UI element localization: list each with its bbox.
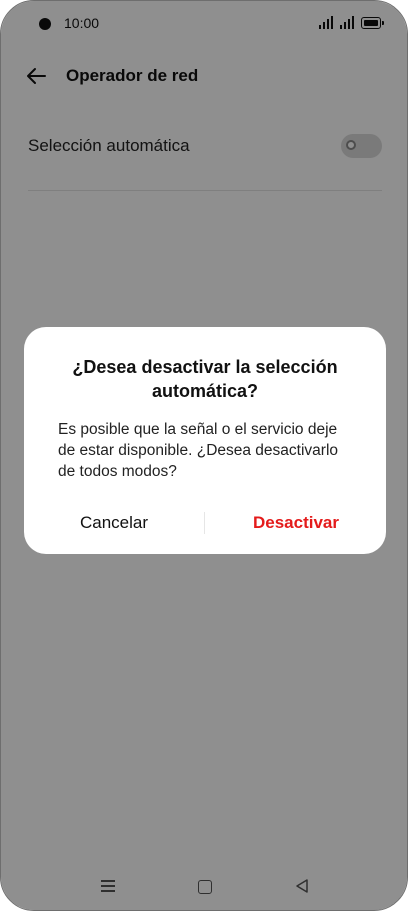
cancel-button[interactable]: Cancelar: [54, 507, 174, 539]
dialog-buttons: Cancelar Desactivar: [24, 507, 386, 539]
button-divider: [204, 512, 205, 534]
confirm-dialog: ¿Desea desactivar la selección automátic…: [24, 327, 386, 554]
deactivate-button[interactable]: Desactivar: [236, 507, 356, 539]
phone-screen: 10:00 Operador de red Selección automáti…: [0, 0, 408, 911]
dialog-message: Es posible que la señal o el servicio de…: [58, 421, 339, 480]
dialog-title: ¿Desea desactivar la selección automátic…: [72, 357, 338, 401]
